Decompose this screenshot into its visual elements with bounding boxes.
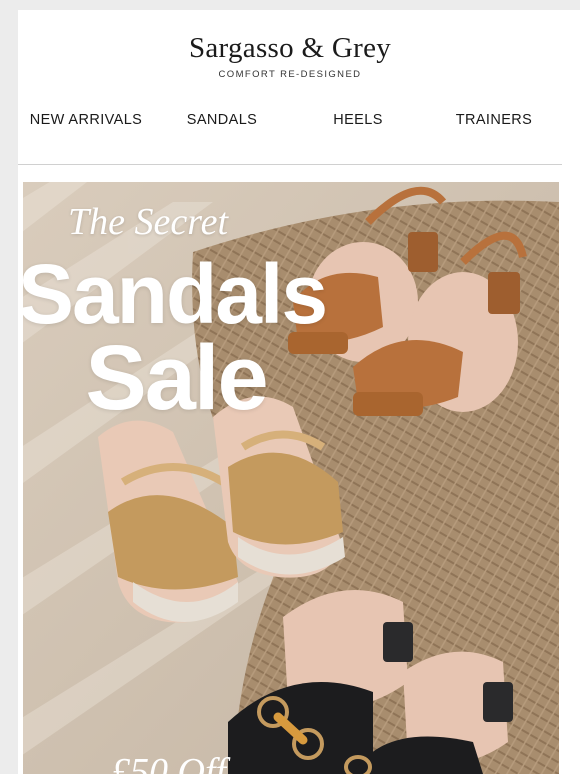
main-nav: NEW ARRIVALS SANDALS HEELS TRAINERS [18,112,562,128]
brand-header[interactable]: Sargasso & Grey COMFORT RE-DESIGNED [18,32,562,80]
brand-tagline: COMFORT RE-DESIGNED [218,69,362,80]
brand-logo[interactable]: Sargasso & Grey [18,32,562,65]
nav-item-trainers[interactable]: TRAINERS [426,112,562,128]
hero-offer: £50 Off [111,751,227,774]
nav-item-heels[interactable]: HEELS [290,112,426,128]
hero-title-line1: Sandals [23,247,328,341]
nav-divider [18,164,562,165]
nav-item-sandals[interactable]: SANDALS [154,112,290,128]
nav-item-new-arrivals[interactable]: NEW ARRIVALS [18,112,154,128]
hero-banner[interactable]: The Secret Sandals Sale £50 Off [23,182,559,774]
email-container: Sargasso & Grey COMFORT RE-DESIGNED NEW … [18,10,580,774]
hero-title-line2: Sale [85,327,268,429]
hero-eyebrow: The Secret [67,201,229,243]
